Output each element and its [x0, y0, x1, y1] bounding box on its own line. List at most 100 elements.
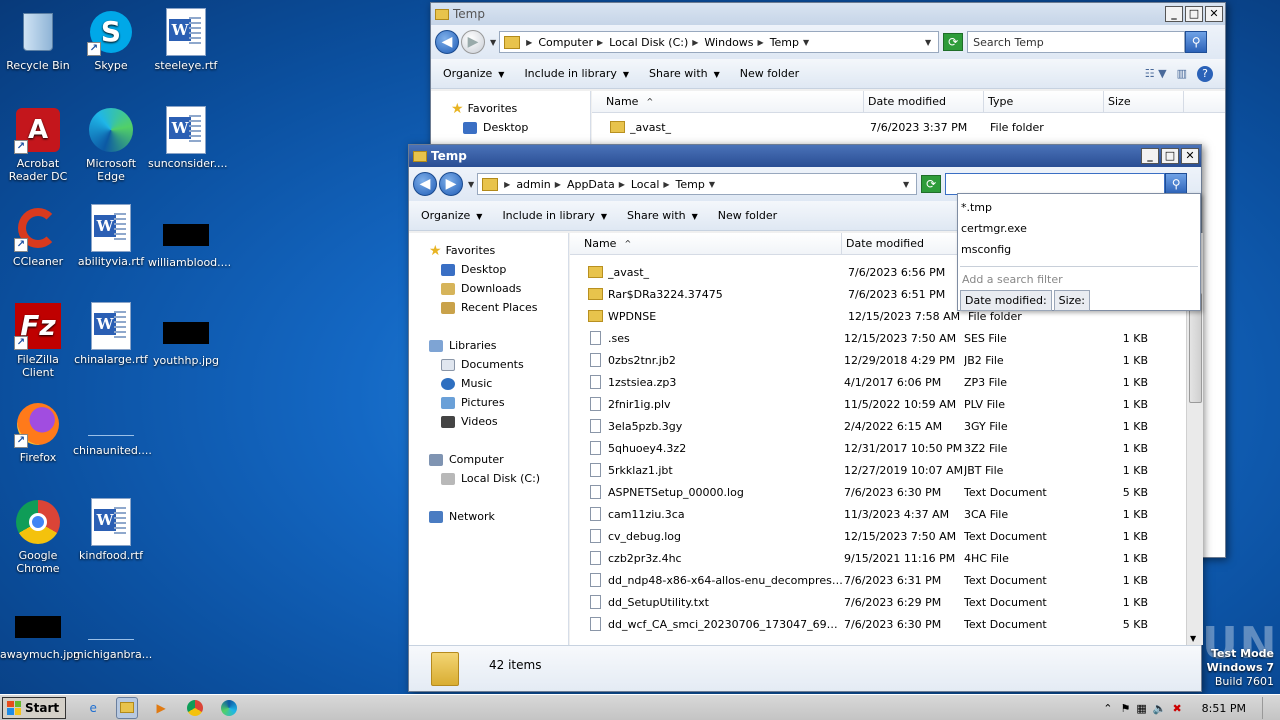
chrome-taskbar-icon[interactable]: [184, 697, 206, 719]
breadcrumb-local-disk[interactable]: Local Disk (C:): [609, 36, 688, 49]
desktop-icon-acrobat[interactable]: A ↗ Acrobat Reader DC: [0, 106, 76, 183]
table-row[interactable]: _avast_ 7/6/2023 3:37 PM File folder: [592, 113, 1225, 141]
nav-desktop[interactable]: Desktop: [409, 260, 568, 279]
back-button[interactable]: ◀: [435, 30, 459, 54]
nav-recent-places[interactable]: Recent Places: [409, 298, 568, 317]
nav-downloads[interactable]: Downloads: [409, 279, 568, 298]
minimize-button[interactable]: _: [1165, 6, 1183, 22]
search-icon[interactable]: ⚲: [1185, 31, 1208, 53]
title-bar[interactable]: Temp _ □ ✕: [431, 3, 1225, 25]
table-row[interactable]: 0zbs2tnr.jb2 12/29/2018 4:29 PM JB2 File 1 …: [570, 349, 1186, 371]
explorer-window-appdata-temp[interactable]: Temp _ □ ✕ ◀ ▶ ▼ ▶ admin ▶ AppData ▶ Local…: [408, 144, 1203, 692]
scroll-down-arrow[interactable]: ▼: [1190, 634, 1196, 643]
column-date-modified[interactable]: Date modified: [864, 91, 984, 112]
column-name[interactable]: Name ^: [570, 233, 842, 254]
breadcrumb-temp[interactable]: Temp: [676, 178, 705, 191]
size-filter[interactable]: Size:: [1053, 290, 1090, 311]
nav-libraries[interactable]: Libraries: [409, 336, 568, 355]
maximize-button[interactable]: □: [1185, 6, 1203, 22]
desktop-icon-kindfood[interactable]: W kindfood.rtf: [73, 498, 149, 562]
table-row[interactable]: dd_wcf_CA_smci_20230706_173047_693.txt 7/…: [570, 613, 1186, 635]
table-row[interactable]: .ses 12/15/2023 7:50 AM SES File 1 KB: [570, 327, 1186, 349]
nav-network[interactable]: Network: [409, 507, 568, 526]
table-row[interactable]: dd_ndp48-x86-x64-allos-enu_decompression…: [570, 569, 1186, 591]
table-row[interactable]: 1zstsiea.zp3 4/1/2017 6:06 PM ZP3 File 1 KB: [570, 371, 1186, 393]
desktop-icon-skype[interactable]: S ↗ Skype: [73, 8, 149, 72]
history-dropdown-icon[interactable]: ▼: [490, 38, 496, 47]
new-folder-button[interactable]: New folder: [718, 209, 777, 222]
breadcrumb-appdata[interactable]: AppData: [567, 178, 615, 191]
suggestion-item[interactable]: msconfig: [958, 239, 1200, 260]
desktop-icon-steeleye[interactable]: W steeleye.rtf: [148, 8, 224, 72]
suggestion-item[interactable]: certmgr.exe: [958, 218, 1200, 239]
table-row[interactable]: ASPNETSetup_00000.log 7/6/2023 6:30 PM Tex…: [570, 481, 1186, 503]
desktop-icon-chinaunited[interactable]: chinaunited....: [73, 400, 152, 457]
include-in-library-menu[interactable]: Include in library ▼: [502, 209, 607, 222]
column-date-modified[interactable]: Date modified: [842, 233, 962, 254]
refresh-button[interactable]: ⟳: [921, 175, 942, 193]
nav-documents[interactable]: Documents: [409, 355, 568, 374]
internet-explorer-icon[interactable]: e: [82, 697, 104, 719]
volume-icon[interactable]: 🔈: [1153, 702, 1167, 715]
breadcrumb-computer[interactable]: Computer: [538, 36, 593, 49]
explorer-taskbar-icon[interactable]: [116, 696, 139, 719]
organize-menu[interactable]: Organize ▼: [421, 209, 482, 222]
show-hidden-icons-icon[interactable]: ⌃: [1103, 702, 1112, 715]
history-dropdown-icon[interactable]: ▼: [468, 180, 474, 189]
new-folder-button[interactable]: New folder: [740, 67, 799, 80]
maximize-button[interactable]: □: [1161, 148, 1179, 164]
breadcrumb-admin[interactable]: admin: [516, 178, 550, 191]
table-row[interactable]: cam11ziu.3ca 11/3/2023 4:37 AM 3CA File 1 K…: [570, 503, 1186, 525]
start-button[interactable]: Start: [2, 696, 67, 719]
address-bar[interactable]: ▶ admin ▶ AppData ▶ Local ▶ Temp ▼ ▼: [477, 173, 918, 195]
network-tray-icon[interactable]: ▦: [1136, 702, 1146, 715]
search-input[interactable]: [945, 173, 1166, 195]
share-with-menu[interactable]: Share with ▼: [627, 209, 698, 222]
organize-menu[interactable]: Organize ▼: [443, 67, 504, 80]
nav-desktop[interactable]: Desktop: [431, 118, 590, 137]
nav-local-disk[interactable]: Local Disk (C:): [409, 469, 568, 488]
edge-taskbar-icon[interactable]: [218, 697, 240, 719]
desktop-icon-williamblood[interactable]: williamblood....: [148, 212, 231, 269]
desktop-icon-chrome[interactable]: Google Chrome: [0, 498, 76, 575]
desktop-icon-michiganbra[interactable]: michiganbra...: [73, 604, 152, 661]
column-type[interactable]: Type: [984, 91, 1104, 112]
date-modified-filter[interactable]: Date modified:: [960, 290, 1052, 311]
media-player-icon[interactable]: ▶: [150, 697, 172, 719]
desktop-icon-ccleaner[interactable]: ↗ CCleaner: [0, 204, 76, 268]
close-button[interactable]: ✕: [1205, 6, 1223, 22]
column-size[interactable]: Size: [1104, 91, 1184, 112]
desktop-icon-filezilla[interactable]: Fz ↗ FileZilla Client: [0, 302, 76, 379]
search-input[interactable]: Search Temp: [967, 31, 1186, 53]
table-row[interactable]: cv_debug.log 12/15/2023 7:50 AM Text Docum…: [570, 525, 1186, 547]
table-row[interactable]: 3ela5pzb.3gy 2/4/2022 6:15 AM 3GY File 1 KB: [570, 415, 1186, 437]
title-bar[interactable]: Temp _ □ ✕: [409, 145, 1201, 167]
search-icon[interactable]: ⚲: [1165, 173, 1188, 195]
share-with-menu[interactable]: Share with ▼: [649, 67, 720, 80]
include-in-library-menu[interactable]: Include in library ▼: [524, 67, 629, 80]
refresh-button[interactable]: ⟳: [943, 33, 964, 51]
table-row[interactable]: 5qhuoey4.3z2 12/31/2017 10:50 PM 3Z2 File 1…: [570, 437, 1186, 459]
show-desktop-button[interactable]: [1262, 697, 1272, 719]
address-bar[interactable]: ▶ Computer ▶ Local Disk (C:) ▶ Windows ▶ Te…: [499, 31, 940, 53]
desktop-icon-recycle-bin[interactable]: Recycle Bin: [0, 8, 76, 72]
action-center-icon[interactable]: ⚑: [1120, 702, 1130, 715]
desktop-icon-awaymuch[interactable]: awaymuch.jpg: [0, 604, 80, 661]
table-row[interactable]: 5rkklaz1.jbt 12/27/2019 10:07 AM JBT File 1…: [570, 459, 1186, 481]
minimize-button[interactable]: _: [1141, 148, 1159, 164]
nav-favorites[interactable]: ★ Favorites: [431, 99, 590, 118]
help-icon[interactable]: ?: [1197, 65, 1213, 82]
table-row[interactable]: dd_SetupUtility.txt 7/6/2023 6:29 PM Text …: [570, 591, 1186, 613]
nav-pictures[interactable]: Pictures: [409, 393, 568, 412]
desktop-icon-abilityvia[interactable]: W abilityvia.rtf: [73, 204, 149, 268]
desktop-icon-youthhp[interactable]: youthhp.jpg: [148, 310, 224, 367]
preview-pane-icon[interactable]: ▥: [1177, 67, 1187, 80]
breadcrumb-local[interactable]: Local: [631, 178, 660, 191]
desktop-icon-edge[interactable]: Microsoft Edge: [73, 106, 149, 183]
breadcrumb-windows[interactable]: Windows: [704, 36, 753, 49]
desktop-icon-chinalarge[interactable]: W chinalarge.rtf: [73, 302, 149, 366]
nav-computer[interactable]: Computer: [409, 450, 568, 469]
clock[interactable]: 8:51 PM: [1202, 702, 1246, 715]
desktop-icon-sunconsider[interactable]: W sunconsider....: [148, 106, 227, 170]
nav-music[interactable]: Music: [409, 374, 568, 393]
